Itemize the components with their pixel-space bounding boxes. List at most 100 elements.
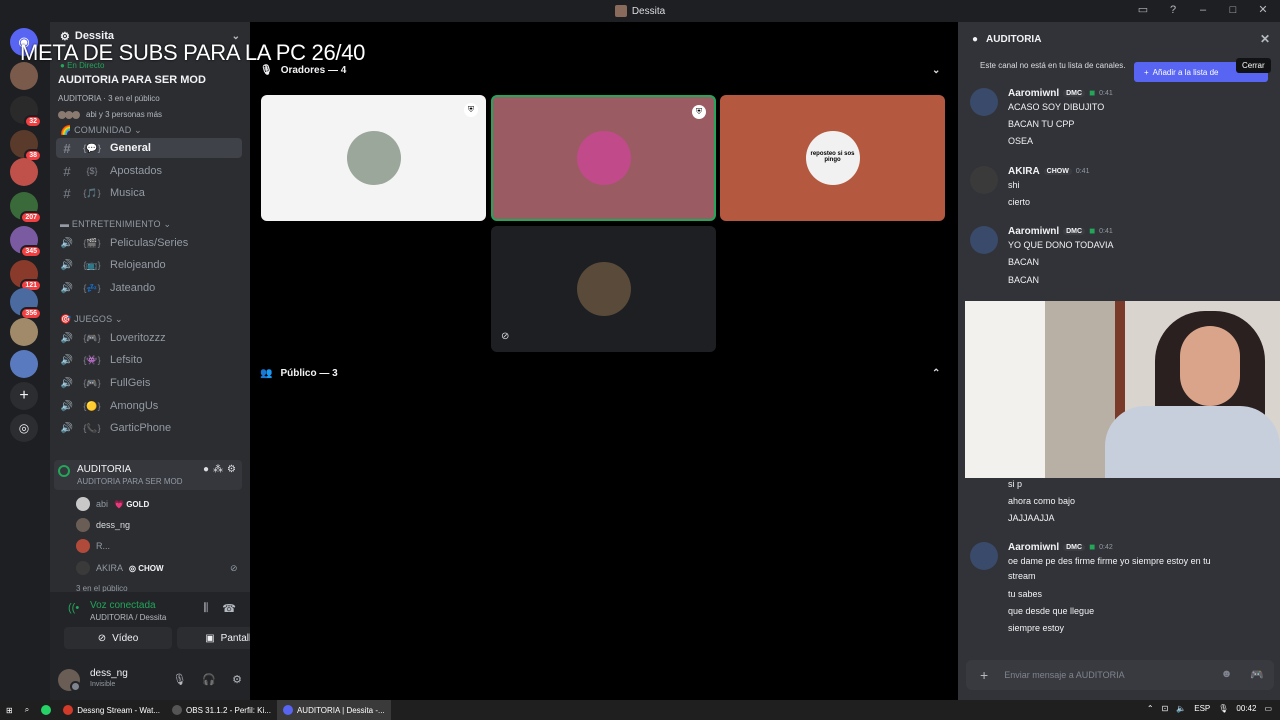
video-button[interactable]: ⊘ Vídeo (64, 627, 172, 649)
server-icon[interactable]: 345 (10, 226, 42, 258)
headphones-icon[interactable]: 🎧 (202, 673, 216, 686)
category-entretenimiento[interactable]: ▬ ENTRETENIMIENTO ⌄ (60, 219, 171, 230)
audience-label: Público — 3 (280, 367, 338, 379)
message-input[interactable]: Enviar mensaje a AUDITORIA (1004, 670, 1124, 680)
user-name[interactable]: dess_ng (90, 668, 128, 679)
channel-peliculas[interactable]: 🔊 {🎬} Peliculas/Series (56, 233, 242, 253)
minimize-button[interactable]: – (1196, 4, 1210, 16)
speaker-tile[interactable]: ⛨ (491, 95, 716, 221)
disconnect-icon[interactable]: ☎ (222, 602, 236, 615)
avatar[interactable] (970, 166, 998, 194)
chevron-down-icon: ⌄ (932, 64, 941, 76)
channel-label: Peliculas/Series (110, 237, 189, 249)
voice-status[interactable]: Voz conectada (90, 600, 156, 611)
start-button[interactable]: ⊞ (0, 700, 19, 720)
channel-label: Jateando (110, 282, 156, 294)
invite-icon[interactable]: ⁂ (213, 464, 223, 475)
stage-title[interactable]: AUDITORIA PARA SER MOD (58, 74, 206, 86)
avatar[interactable] (970, 226, 998, 254)
speakers-header[interactable]: 🎙 Oradores — 4 ⌄ (260, 62, 940, 78)
audience-header[interactable]: 👥 Público — 3 ⌃ (260, 365, 940, 381)
channel-fullgeis[interactable]: 🔊 {🎮} FullGeis (56, 373, 242, 393)
speaker-tile[interactable]: reposteo si sos pingo (720, 95, 945, 221)
category-label: ENTRETENIMIENTO (71, 219, 161, 229)
speaker-tile[interactable]: ⊘ (491, 226, 716, 352)
message-line: shi (1008, 180, 1020, 190)
channel-apostados[interactable]: # {$} Apostados (56, 161, 242, 181)
add-server-icon[interactable]: + (10, 382, 38, 410)
server-icon[interactable] (10, 318, 38, 346)
network-icon[interactable]: ⊡ (1162, 704, 1169, 713)
taskbar-item-active[interactable]: AUDITORIA | Dessita -... (276, 700, 391, 720)
server-icon[interactable]: 32 (10, 96, 42, 128)
message-line: siempre estoy (1008, 623, 1065, 633)
voice-member[interactable]: dess_ng (76, 515, 130, 535)
channel-loveritozzz[interactable]: 🔊 {🎮} Loveritozzz (56, 328, 242, 348)
clock[interactable]: 00:42 (1236, 704, 1256, 713)
search-button[interactable]: ⌕ (19, 700, 35, 720)
chat-icon[interactable]: ● (203, 464, 209, 475)
inbox-icon[interactable]: ▭ (1136, 3, 1150, 16)
voice-member[interactable]: AKIRA ◎ CHOW ⊘ (76, 558, 238, 578)
user-panel: dess_ng Invisible 🎙 🎧 ⚙ (58, 664, 242, 696)
gear-icon[interactable]: ⚙ (232, 673, 242, 686)
help-icon[interactable]: ? (1166, 4, 1180, 16)
emoji-icon[interactable]: ☻ (1221, 668, 1233, 681)
gear-icon[interactable]: ⚙ (227, 464, 236, 475)
voice-member[interactable]: abi 💗 GOLD (76, 494, 149, 514)
channel-jateando[interactable]: 🔊 {💤} Jateando (56, 278, 242, 298)
channel-relojeando[interactable]: 🔊 {📺} Relojeando (56, 255, 242, 275)
people-line: abi y 3 personas más (86, 110, 163, 119)
add-attachment-icon[interactable]: + (980, 667, 988, 683)
discord-home-icon[interactable]: ◉ (10, 28, 38, 56)
server-icon[interactable]: 38 (10, 130, 42, 162)
channel-lefsito[interactable]: 🔊 {👾} Lefsito (56, 350, 242, 370)
server-header[interactable]: ⚙ Dessita ⌄ (50, 28, 250, 44)
taskbar-item-label: Dessng Stream - Wat... (77, 705, 161, 715)
voice-member[interactable]: R... (76, 536, 110, 556)
whatsapp-button[interactable] (35, 700, 57, 720)
channel-garticphone[interactable]: 🔊 {📞} GarticPhone (56, 418, 242, 438)
speaker-tile[interactable]: ⛨ (261, 95, 486, 221)
close-window-button[interactable]: ✕ (1256, 3, 1270, 16)
category-comunidad[interactable]: 🌈 COMUNIDAD ⌄ (60, 125, 142, 136)
server-badge: 207 (20, 211, 42, 224)
category-juegos[interactable]: 🎯 JUEGOS ⌄ (60, 314, 123, 325)
avatar (76, 497, 90, 511)
voice-channel-sub: AUDITORIA PARA SER MOD (77, 477, 183, 486)
taskbar-item[interactable]: Dessng Stream - Wat... (57, 700, 166, 720)
language-indicator[interactable]: ESP (1194, 704, 1210, 713)
server-icon[interactable] (10, 158, 38, 186)
close-icon[interactable]: ✕ (1260, 32, 1270, 46)
voice-channel-auditoria[interactable]: AUDITORIA AUDITORIA PARA SER MOD ● ⁂ ⚙ (54, 460, 242, 490)
soundboard-icon[interactable]: ⫼ (203, 602, 208, 615)
gamepad-icon[interactable]: 🎮 (1250, 668, 1264, 681)
avatar[interactable] (970, 88, 998, 116)
message-author[interactable]: Aaromiwnl (1008, 88, 1059, 99)
avatar[interactable] (970, 542, 998, 570)
chevron-up-icon[interactable]: ⌃ (1147, 704, 1154, 713)
channel-general[interactable]: # {💬} General (56, 138, 242, 158)
voice-location[interactable]: AUDITORIA / Dessita (90, 613, 166, 622)
channel-emoji: {👾} (83, 354, 101, 365)
mic-tray-icon[interactable]: 🎙 (1218, 704, 1228, 713)
channel-musica[interactable]: # {🎵} Musica (56, 183, 242, 203)
explore-icon[interactable]: ◎ (10, 414, 38, 442)
server-icon[interactable] (10, 350, 38, 378)
message-author[interactable]: Aaromiwnl (1008, 226, 1059, 237)
server-icon[interactable] (10, 62, 38, 90)
volume-icon[interactable]: 🔈 (1176, 704, 1186, 713)
stage-public-line: AUDITORIA · 3 en el público (58, 94, 160, 103)
server-icon[interactable]: 356 (10, 288, 42, 320)
server-icon[interactable]: 121 (10, 260, 42, 292)
server-icon[interactable]: 207 (10, 192, 42, 224)
maximize-button[interactable]: □ (1226, 4, 1240, 16)
microphone-icon[interactable]: 🎙 (172, 673, 186, 686)
voice-connection-panel: ((• Voz conectada AUDITORIA / Dessita ⫼ ☎… (50, 592, 285, 700)
taskbar-item[interactable]: OBS 31.1.2 - Perfil: Ki... (166, 700, 277, 720)
message-author[interactable]: Aaromiwnl (1008, 542, 1059, 553)
message-author[interactable]: AKIRA (1008, 166, 1040, 177)
channel-amongus[interactable]: 🔊 {🟡} AmongUs (56, 396, 242, 416)
notifications-icon[interactable]: ▭ (1264, 704, 1272, 713)
avatar[interactable] (58, 669, 81, 692)
